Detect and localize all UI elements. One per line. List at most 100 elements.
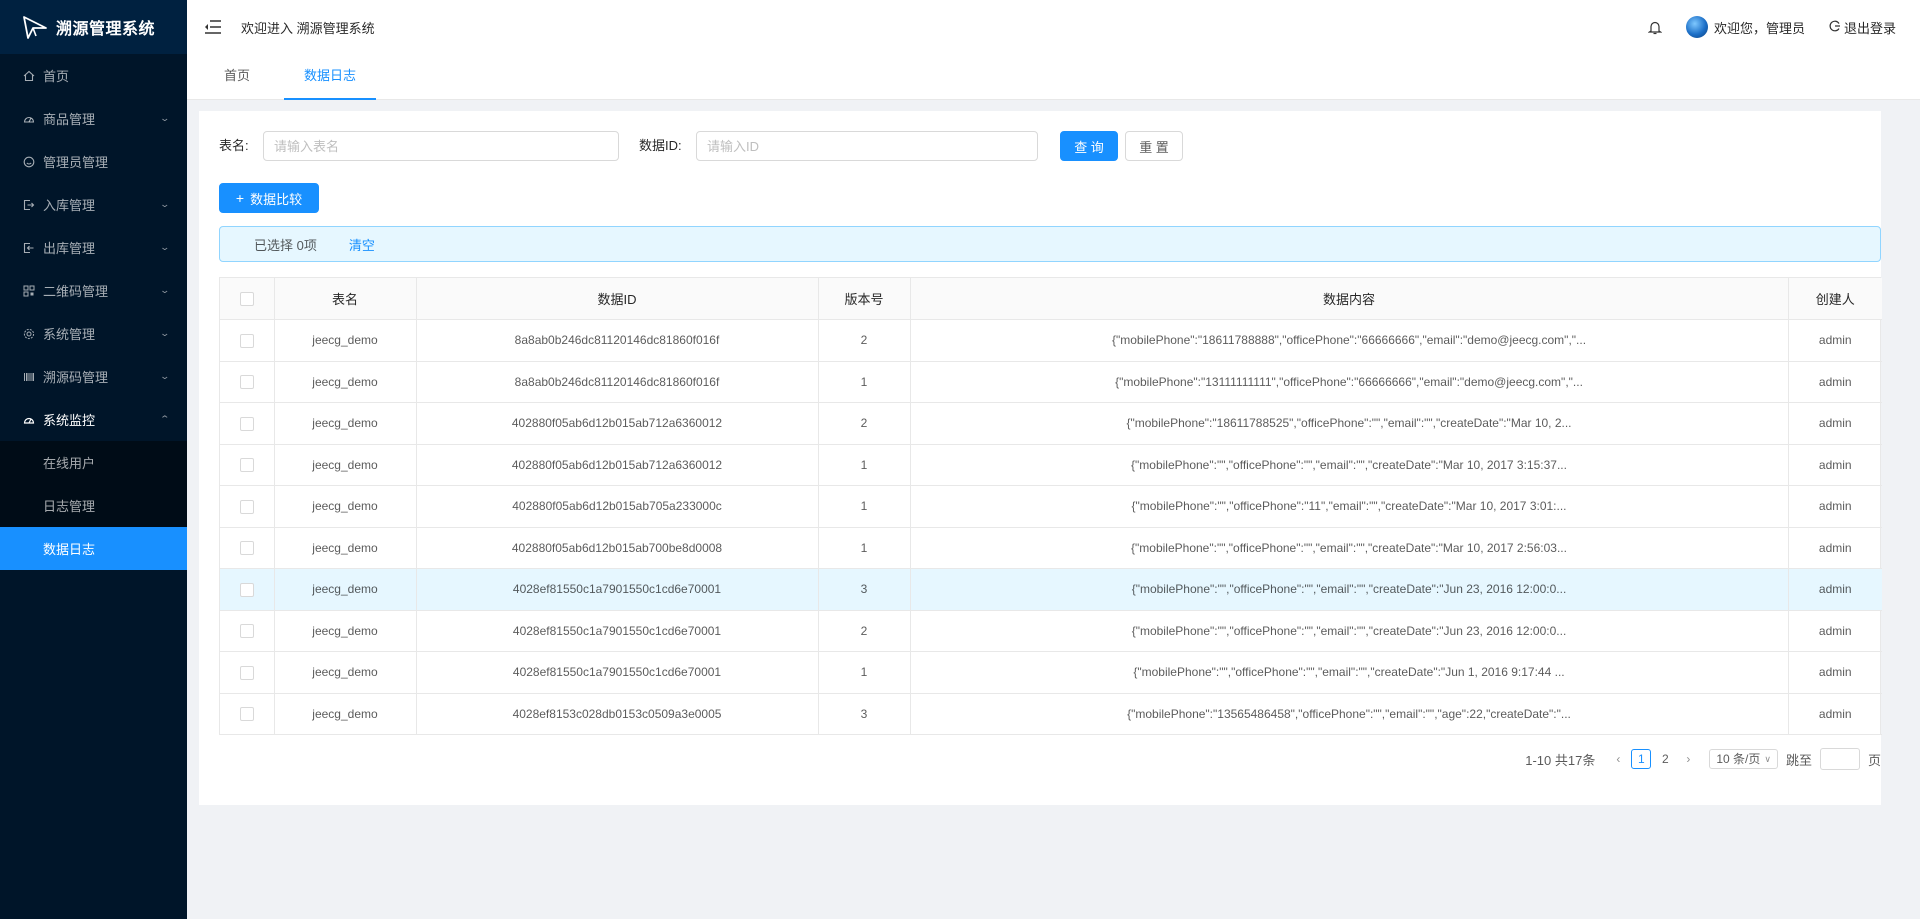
table-row[interactable]: jeecg_demo 4028ef81550c1a7901550c1cd6e700… <box>220 568 1882 611</box>
table-name-cell: jeecg_demo <box>274 361 417 403</box>
logout-label: 退出登录 <box>1843 20 1896 36</box>
data-content-cell: {"mobilePhone":"18611788888","officePhon… <box>910 319 1789 362</box>
jump-label: 跳至 <box>1785 752 1812 768</box>
avatar[interactable] <box>1685 16 1708 38</box>
logout-icon <box>1829 20 1841 35</box>
table-name-cell: jeecg_demo <box>274 568 417 611</box>
table-row[interactable]: jeecg_demo 4028ef81550c1a7901550c1cd6e700… <box>220 610 1882 652</box>
table-row[interactable]: jeecg_demo 402880f05ab6d12b015ab700be8d00… <box>220 527 1882 569</box>
jump-page-input[interactable] <box>1819 748 1860 770</box>
page-1[interactable]: 1 <box>1631 749 1652 769</box>
table-name-cell: jeecg_demo <box>274 444 417 486</box>
bell-icon[interactable] <box>1647 20 1662 35</box>
pagination: 1-10 共17条 ‹ 1 2 › 10 条/页 ∨ 跳至 页 <box>1525 747 1881 771</box>
version-cell: 1 <box>818 651 911 694</box>
data-content-cell: {"mobilePhone":"","officePhone":"","emai… <box>910 568 1789 611</box>
table-name-cell: jeecg_demo <box>274 319 417 362</box>
reset-button[interactable]: 重 置 <box>1125 131 1183 161</box>
row-checkbox[interactable] <box>239 624 254 639</box>
sidebar-item-tracecode[interactable]: 溯源码管理 ⌄ <box>0 355 187 398</box>
data-id-input[interactable] <box>696 131 1038 161</box>
tab-home[interactable]: 首页 <box>211 54 263 100</box>
menu-fold-icon[interactable] <box>203 17 223 37</box>
sidebar-item-label: 系统管理 <box>43 327 96 342</box>
data-id-cell: 4028ef81550c1a7901550c1cd6e70001 <box>416 610 819 652</box>
logout-button[interactable]: 退出登录 <box>1829 18 1896 37</box>
next-page-icon[interactable]: › <box>1677 752 1699 766</box>
column-header[interactable]: 数据内容 <box>910 278 1789 320</box>
data-id-cell: 8a8ab0b246dc81120146dc81860f016f <box>416 319 819 362</box>
table-row[interactable]: jeecg_demo 4028ef8153c028db0153c0509a3e00… <box>220 693 1882 735</box>
plus-icon: + <box>235 190 245 206</box>
sidebar-item-label: 商品管理 <box>43 112 96 127</box>
tab-data-log[interactable]: 数据日志 <box>284 54 376 100</box>
monitor-icon <box>22 413 36 427</box>
row-select-cell <box>220 527 275 569</box>
row-checkbox[interactable] <box>239 416 254 431</box>
sidebar-item-home[interactable]: 首页 <box>0 54 187 97</box>
row-checkbox[interactable] <box>239 375 254 390</box>
row-checkbox[interactable] <box>239 458 254 473</box>
table-name-input[interactable] <box>263 131 619 161</box>
creator-cell: admin <box>1788 693 1882 735</box>
column-header[interactable]: 创建人 <box>1788 278 1882 320</box>
sidebar-item-qrcode[interactable]: 二维码管理 ⌄ <box>0 269 187 312</box>
logo[interactable]: 溯源管理系统 <box>0 0 187 54</box>
data-content-cell: {"mobilePhone":"","officePhone":"","emai… <box>910 651 1789 694</box>
sidebar-item-outbound[interactable]: 出库管理 ⌄ <box>0 226 187 269</box>
data-id-cell: 402880f05ab6d12b015ab712a6360012 <box>416 444 819 486</box>
sidebar-item-label: 出库管理 <box>43 241 96 256</box>
data-id-cell: 402880f05ab6d12b015ab712a6360012 <box>416 402 819 445</box>
selected-count: 已选择 0项 <box>254 237 317 253</box>
row-checkbox[interactable] <box>239 707 254 722</box>
page-2[interactable]: 2 <box>1655 749 1675 769</box>
data-content-cell: {"mobilePhone":"","officePhone":"","emai… <box>910 527 1789 569</box>
row-checkbox[interactable] <box>239 333 254 348</box>
sidebar-item-online-users[interactable]: 在线用户 <box>0 441 187 484</box>
sidebar-item-label: 溯源码管理 <box>43 370 109 385</box>
sidebar-item-log-management[interactable]: 日志管理 <box>0 484 187 527</box>
export-icon <box>22 241 36 255</box>
compare-button[interactable]: + 数据比较 <box>219 183 319 213</box>
import-icon <box>22 198 36 212</box>
chevron-down-icon: ⌄ <box>159 199 171 209</box>
row-checkbox[interactable] <box>239 582 254 597</box>
table-row[interactable]: jeecg_demo 402880f05ab6d12b015ab712a63600… <box>220 402 1882 445</box>
table-row[interactable]: jeecg_demo 402880f05ab6d12b015ab712a63600… <box>220 444 1882 486</box>
qrcode-icon <box>22 284 36 298</box>
data-id-cell: 4028ef81550c1a7901550c1cd6e70001 <box>416 651 819 694</box>
row-checkbox[interactable] <box>239 665 254 680</box>
sidebar-item-admins[interactable]: 管理员管理 <box>0 140 187 183</box>
main-card: 表名: 数据ID: 查 询 重 置 + 数据比较 已选择 0项 清空 表名 数据… <box>199 111 1882 805</box>
column-header[interactable]: 数据ID <box>416 278 819 320</box>
prev-page-icon[interactable]: ‹ <box>1607 752 1629 766</box>
table-row[interactable]: jeecg_demo 8a8ab0b246dc81120146dc81860f01… <box>220 361 1882 403</box>
data-id-cell: 402880f05ab6d12b015ab705a233000c <box>416 485 819 528</box>
user-greeting[interactable]: 欢迎您，管理员 <box>1714 18 1805 37</box>
page-size-select[interactable]: 10 条/页 ∨ <box>1709 749 1778 769</box>
sidebar-item-label: 在线用户 <box>43 456 96 471</box>
data-content-cell: {"mobilePhone":"13565486458","officePhon… <box>910 693 1789 735</box>
query-button[interactable]: 查 询 <box>1060 131 1118 161</box>
select-all-checkbox[interactable] <box>239 292 254 307</box>
table-row[interactable]: jeecg_demo 4028ef81550c1a7901550c1cd6e700… <box>220 651 1882 694</box>
table-row[interactable]: jeecg_demo 8a8ab0b246dc81120146dc81860f01… <box>220 319 1882 362</box>
column-header[interactable]: 表名 <box>274 278 417 320</box>
table-name-cell: jeecg_demo <box>274 651 417 694</box>
clear-selection-link[interactable]: 清空 <box>349 235 375 254</box>
sidebar: 溯源管理系统 首页 商品管理 ⌄ 管理员管理 入库管理 ⌄ 出库管理 ⌄ 二维码… <box>0 0 187 919</box>
sidebar-item-data-log[interactable]: 数据日志 <box>0 527 187 570</box>
row-checkbox[interactable] <box>239 541 254 556</box>
column-header[interactable]: 版本号 <box>818 278 911 320</box>
sidebar-item-inbound[interactable]: 入库管理 ⌄ <box>0 183 187 226</box>
sidebar-item-monitor[interactable]: 系统监控 ⌃ <box>0 398 187 441</box>
monitor-submenu: 在线用户 日志管理 数据日志 <box>0 441 187 570</box>
sidebar-item-system[interactable]: 系统管理 ⌄ <box>0 312 187 355</box>
table-row[interactable]: jeecg_demo 402880f05ab6d12b015ab705a23300… <box>220 485 1882 528</box>
data-id-cell: 402880f05ab6d12b015ab700be8d0008 <box>416 527 819 569</box>
data-content-cell: {"mobilePhone":"","officePhone":"","emai… <box>910 444 1789 486</box>
sidebar-item-products[interactable]: 商品管理 ⌄ <box>0 97 187 140</box>
page-tabs: 首页 数据日志 <box>187 54 1920 100</box>
row-checkbox[interactable] <box>239 499 254 514</box>
table-name-cell: jeecg_demo <box>274 527 417 569</box>
